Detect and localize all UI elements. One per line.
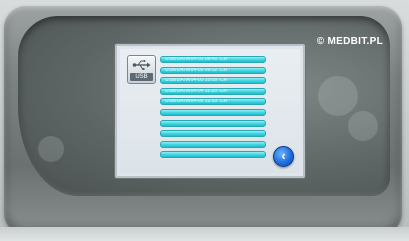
touchscreen-frame: USB USB/DATA/04-01 08:41 .CR USB/DATA/04… — [115, 44, 305, 178]
usb-button-label: USB — [130, 73, 153, 81]
file-row[interactable]: USB/DATA/04-05 12:33 .CR — [160, 98, 266, 106]
file-row[interactable] — [160, 151, 266, 159]
bokeh-reflection — [348, 111, 378, 141]
file-row[interactable] — [160, 119, 266, 127]
file-row[interactable] — [160, 130, 266, 138]
chevron-left-icon: ‹ — [281, 148, 286, 163]
file-row[interactable] — [160, 140, 266, 148]
usb-icon — [132, 60, 151, 70]
file-row[interactable] — [160, 108, 266, 116]
bokeh-reflection — [318, 76, 358, 116]
touchscreen: USB USB/DATA/04-01 08:41 .CR USB/DATA/04… — [120, 49, 300, 173]
file-row[interactable]: USB/DATA/04-01 08:41 .CR — [160, 56, 266, 63]
back-button[interactable]: ‹ — [273, 146, 294, 167]
bokeh-reflection — [38, 136, 64, 162]
file-row[interactable]: USB/DATA/04-03 10:05 .CR — [160, 77, 266, 85]
file-row[interactable]: USB/DATA/04-02 09:12 .CR — [160, 66, 266, 74]
file-row[interactable]: USB/DATA/04-04 11:20 .CR — [160, 87, 266, 95]
usb-button[interactable]: USB — [127, 55, 156, 84]
device-base — [0, 227, 409, 241]
file-list: USB/DATA/04-01 08:41 .CR USB/DATA/04-02 … — [160, 56, 266, 162]
watermark: © MEDBIT.PL — [316, 36, 383, 47]
